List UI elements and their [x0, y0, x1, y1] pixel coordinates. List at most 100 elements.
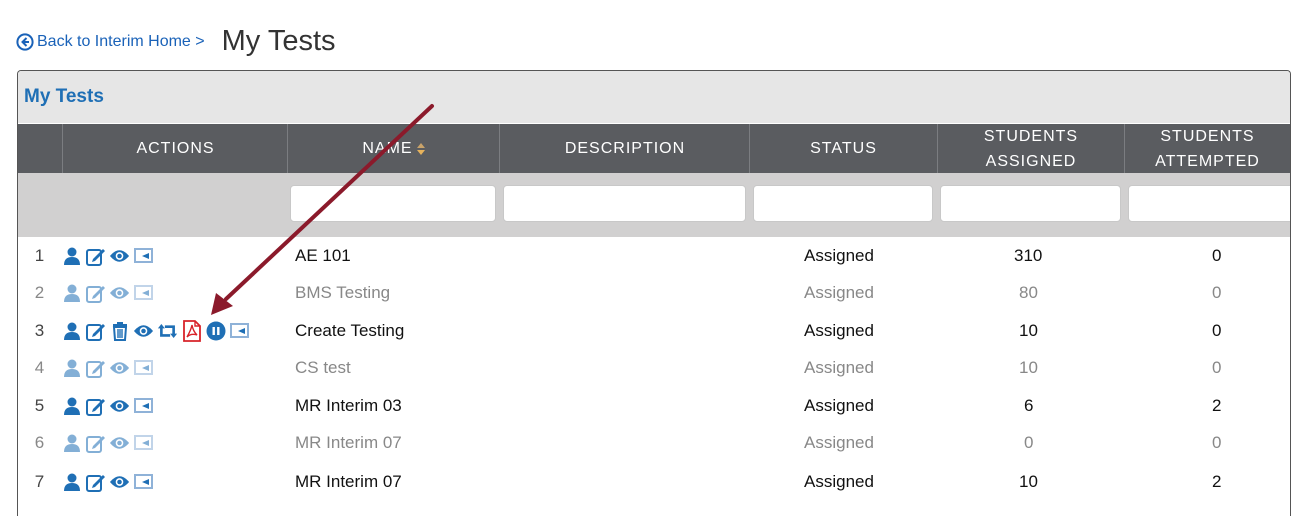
preview-icon[interactable] [133, 246, 154, 267]
trash-icon[interactable] [109, 321, 130, 342]
header-status[interactable]: STATUS [749, 124, 937, 173]
students-attempted: 2 [1212, 396, 1222, 415]
test-name[interactable]: Create Testing [295, 312, 404, 350]
students-assigned: 10 [1019, 472, 1038, 491]
row-number: 3 [34, 321, 45, 340]
preview-icon[interactable] [133, 472, 154, 493]
students-attempted: 0 [1212, 321, 1222, 340]
test-status: Assigned [804, 246, 874, 265]
row-actions [61, 349, 154, 387]
filter-actions-cell [61, 173, 287, 237]
eye-icon[interactable] [109, 433, 130, 454]
header-name-label: NAME [362, 140, 413, 157]
header-students-attempted-line2: ATTEMPTED [1155, 152, 1260, 170]
students-assigned: 80 [1019, 283, 1038, 302]
students-attempted-filter-input[interactable] [1128, 185, 1290, 222]
name-filter-input[interactable] [290, 185, 496, 222]
header-students-attempted-line1: STUDENTS [1160, 127, 1255, 145]
retweet-icon[interactable] [157, 321, 178, 342]
breadcrumb-bar: Back to Interim Home > My Tests [16, 24, 336, 60]
table-row[interactable]: 6 MR Interim 07 Assigned 0 0 [18, 424, 1290, 462]
description-filter-input[interactable] [503, 185, 746, 222]
filter-rownum-cell [18, 173, 61, 237]
preview-icon[interactable] [133, 358, 154, 379]
user-icon[interactable] [61, 283, 82, 304]
edit-icon[interactable] [85, 396, 106, 417]
eye-icon[interactable] [109, 472, 130, 493]
table-row[interactable]: 2 BMS Testing Assigned 80 0 [18, 274, 1290, 312]
user-icon[interactable] [61, 321, 82, 342]
circle-arrow-left-icon [16, 33, 34, 51]
back-link-label: Back to Interim Home > [37, 33, 205, 50]
eye-icon[interactable] [133, 321, 154, 342]
eye-icon[interactable] [109, 246, 130, 267]
test-name[interactable]: BMS Testing [295, 274, 390, 312]
pause-circle-icon[interactable] [205, 321, 226, 342]
students-attempted: 0 [1212, 433, 1222, 452]
students-attempted: 2 [1212, 472, 1222, 491]
my-tests-panel: My Tests ACTIONS NAME DESCRIPTION STATUS… [17, 70, 1291, 516]
row-number: 7 [34, 472, 45, 491]
header-students-attempted[interactable]: STUDENTS ATTEMPTED [1124, 124, 1290, 173]
edit-icon[interactable] [85, 433, 106, 454]
test-status: Assigned [804, 321, 874, 340]
test-name[interactable]: AE 101 [295, 237, 351, 275]
preview-icon[interactable] [133, 283, 154, 304]
row-actions [61, 274, 154, 312]
header-students-assigned[interactable]: STUDENTS ASSIGNED [937, 124, 1124, 173]
test-status: Assigned [804, 433, 874, 452]
sort-icon[interactable] [416, 142, 426, 156]
test-name[interactable]: MR Interim 03 [295, 387, 402, 425]
user-icon[interactable] [61, 396, 82, 417]
table-row[interactable]: 5 MR Interim 03 Assigned 6 2 [18, 387, 1290, 425]
preview-icon[interactable] [133, 396, 154, 417]
header-actions: ACTIONS [62, 124, 288, 173]
pdf-icon[interactable] [181, 320, 202, 342]
row-actions [61, 312, 250, 350]
test-status: Assigned [804, 396, 874, 415]
user-icon[interactable] [61, 246, 82, 267]
row-number: 2 [34, 283, 45, 302]
preview-icon[interactable] [133, 433, 154, 454]
table-row[interactable]: 7 MR Interim 07 Assigned 10 2 [18, 463, 1290, 501]
header-name[interactable]: NAME [287, 124, 500, 173]
panel-title: My Tests [24, 86, 104, 107]
students-assigned: 310 [1014, 246, 1043, 265]
eye-icon[interactable] [109, 358, 130, 379]
edit-icon[interactable] [85, 472, 106, 493]
row-actions [61, 237, 154, 275]
header-students-assigned-line1: STUDENTS [983, 127, 1079, 145]
eye-icon[interactable] [109, 283, 130, 304]
header-description[interactable]: DESCRIPTION [499, 124, 750, 173]
students-assigned-filter-input[interactable] [940, 185, 1121, 222]
row-actions [61, 387, 154, 425]
preview-icon[interactable] [229, 321, 250, 342]
edit-icon[interactable] [85, 358, 106, 379]
students-attempted: 0 [1212, 358, 1222, 377]
test-status: Assigned [804, 472, 874, 491]
students-attempted: 0 [1212, 246, 1222, 265]
user-icon[interactable] [61, 358, 82, 379]
test-name[interactable]: CS test [295, 349, 351, 387]
test-name[interactable]: MR Interim 07 [295, 463, 402, 501]
header-rownum [18, 124, 62, 173]
table-row[interactable]: 1 AE 101 Assigned 310 0 [18, 237, 1290, 275]
edit-icon[interactable] [85, 321, 106, 342]
row-actions [61, 463, 154, 501]
user-icon[interactable] [61, 433, 82, 454]
edit-icon[interactable] [85, 246, 106, 267]
test-status: Assigned [804, 283, 874, 302]
table-row[interactable]: 4 CS test Assigned 10 0 [18, 349, 1290, 387]
test-name[interactable]: MR Interim 07 [295, 424, 402, 462]
user-icon[interactable] [61, 472, 82, 493]
back-to-interim-home-link[interactable]: Back to Interim Home > [16, 33, 205, 51]
grid-header: ACTIONS NAME DESCRIPTION STATUS STUDENTS… [18, 124, 1290, 173]
eye-icon[interactable] [109, 396, 130, 417]
row-number: 6 [34, 433, 45, 452]
page-title: My Tests [221, 24, 336, 57]
students-attempted: 0 [1212, 283, 1222, 302]
edit-icon[interactable] [85, 283, 106, 304]
students-assigned: 6 [1024, 396, 1034, 415]
table-row[interactable]: 3 Create Testing Assigned 10 0 [18, 312, 1290, 350]
status-filter-input[interactable] [753, 185, 933, 222]
